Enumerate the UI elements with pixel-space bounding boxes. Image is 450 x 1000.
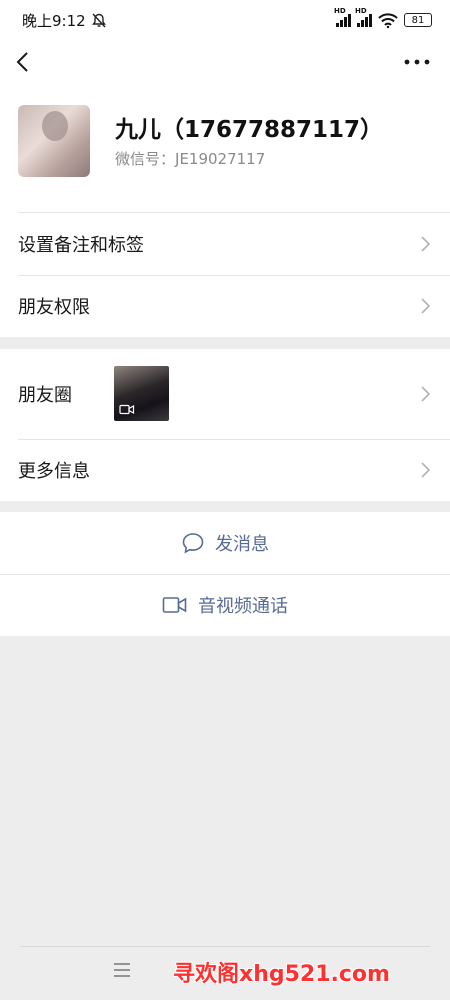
video-call-button[interactable]: 音视频通话 bbox=[0, 574, 450, 636]
moments-thumbnail bbox=[114, 366, 169, 421]
actions-group: 发消息 音视频通话 bbox=[0, 512, 450, 636]
avatar[interactable] bbox=[18, 105, 90, 177]
more-info-label: 更多信息 bbox=[18, 461, 90, 482]
friend-permissions-label: 朋友权限 bbox=[18, 297, 90, 318]
cell-signal-2-icon: HD bbox=[355, 7, 372, 27]
top-nav bbox=[0, 40, 450, 84]
status-left: 晚上9:12 bbox=[22, 10, 106, 31]
moments-row[interactable]: 朋友圈 bbox=[0, 349, 450, 439]
more-options-button[interactable] bbox=[402, 48, 432, 76]
battery-level: 81 bbox=[411, 14, 425, 26]
remark-tags-label: 设置备注和标签 bbox=[18, 235, 144, 256]
chevron-right-icon bbox=[421, 386, 430, 402]
nav-bar-divider bbox=[20, 946, 430, 947]
status-right: HD HD 81 bbox=[334, 7, 432, 28]
info-group: 朋友圈 更多信息 bbox=[0, 349, 450, 501]
profile-header: 九儿（17677887117） 微信号：JE19027117 bbox=[0, 84, 450, 213]
status-bar: 晚上9:12 HD HD 81 bbox=[0, 0, 450, 40]
chevron-right-icon bbox=[421, 298, 430, 314]
more-info-row[interactable]: 更多信息 bbox=[0, 439, 450, 501]
status-time: 晚上9:12 bbox=[22, 11, 86, 30]
chevron-right-icon bbox=[421, 462, 430, 478]
cell-signal-1-icon: HD bbox=[334, 7, 351, 27]
wechat-id-value: JE19027117 bbox=[175, 150, 266, 168]
settings-group: 设置备注和标签 朋友权限 bbox=[0, 213, 450, 337]
chat-bubble-icon bbox=[182, 533, 204, 554]
send-message-button[interactable]: 发消息 bbox=[0, 512, 450, 574]
video-camera-icon bbox=[119, 404, 135, 415]
wechat-id-label: 微信号： bbox=[115, 150, 176, 168]
friend-permissions-row[interactable]: 朋友权限 bbox=[0, 275, 450, 337]
video-call-icon bbox=[162, 597, 187, 613]
moments-label: 朋友圈 bbox=[18, 385, 72, 406]
back-button[interactable] bbox=[10, 48, 38, 76]
video-call-label: 音视频通话 bbox=[198, 596, 288, 617]
chevron-right-icon bbox=[421, 236, 430, 252]
remark-tags-row[interactable]: 设置备注和标签 bbox=[0, 213, 450, 275]
wifi-icon bbox=[378, 12, 398, 28]
more-dots-icon bbox=[404, 59, 430, 65]
chevron-left-icon bbox=[16, 52, 28, 72]
watermark-text: 寻欢阁xhg521.com bbox=[173, 962, 390, 987]
wechat-id-line: 微信号：JE19027117 bbox=[115, 148, 265, 169]
menu-icon[interactable] bbox=[113, 962, 131, 978]
battery-icon: 81 bbox=[404, 13, 432, 27]
bell-muted-icon bbox=[91, 13, 106, 27]
send-message-label: 发消息 bbox=[215, 534, 269, 555]
contact-name: 九儿（17677887117） bbox=[115, 117, 384, 143]
